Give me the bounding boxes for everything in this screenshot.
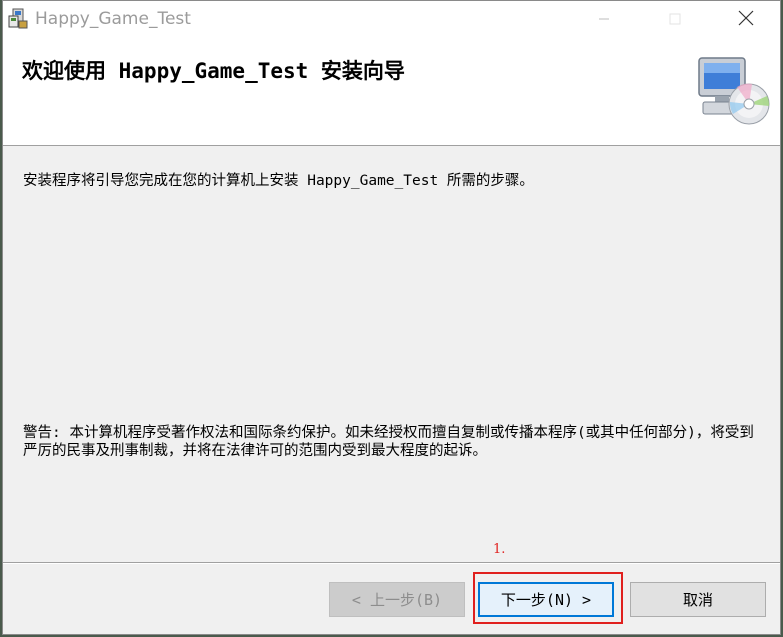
installer-app-icon bbox=[7, 8, 29, 30]
close-button[interactable] bbox=[723, 1, 769, 38]
maximize-button[interactable] bbox=[652, 1, 698, 38]
copyright-warning: 警告: 本计算机程序受著作权法和国际条约保护。如未经授权而擅自复制或传播本程序(… bbox=[23, 425, 754, 459]
step-annotation: 1. bbox=[493, 542, 506, 557]
back-button[interactable]: < 上一步(B) bbox=[329, 582, 465, 617]
intro-text: 安装程序将引导您完成在您的计算机上安装 Happy_Game_Test 所需的步… bbox=[23, 173, 534, 189]
title-bar[interactable]: Happy_Game_Test bbox=[3, 1, 780, 38]
minimize-icon bbox=[598, 10, 610, 29]
minimize-button[interactable] bbox=[581, 1, 627, 38]
maximize-icon bbox=[669, 10, 681, 29]
page-title: 欢迎使用 Happy_Game_Test 安装向导 bbox=[22, 59, 405, 83]
cancel-button[interactable]: 取消 bbox=[630, 582, 766, 617]
footer-divider bbox=[3, 562, 780, 564]
wizard-header: 欢迎使用 Happy_Game_Test 安装向导 bbox=[3, 38, 780, 146]
installer-window: Happy_Game_Test 欢迎使用 Happy_Game_Test 安装向… bbox=[2, 0, 781, 635]
computer-cd-icon bbox=[697, 56, 771, 126]
annotation-highlight-box bbox=[473, 572, 623, 624]
close-icon bbox=[738, 10, 754, 30]
window-title: Happy_Game_Test bbox=[35, 9, 191, 29]
